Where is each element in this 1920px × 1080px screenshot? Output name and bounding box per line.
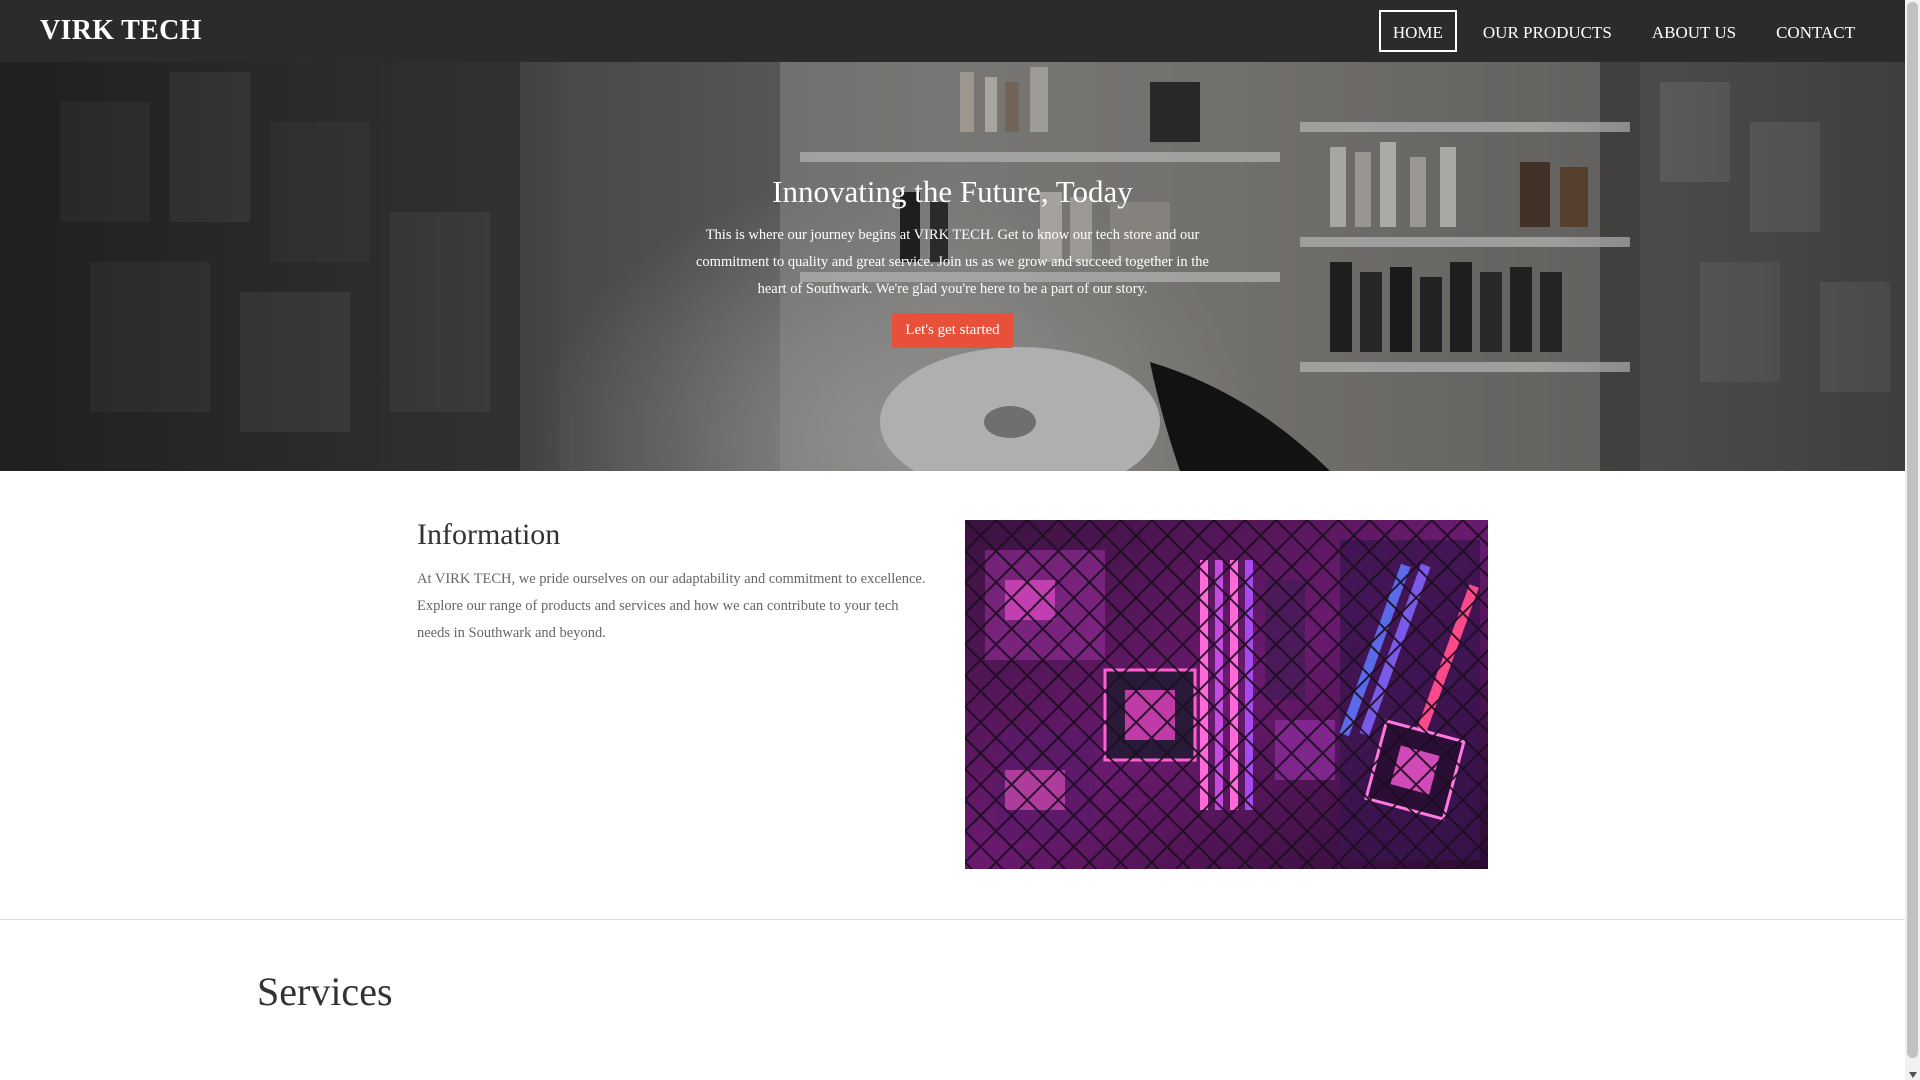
nav-item-our-products[interactable]: OUR PRODUCTS xyxy=(1469,10,1626,52)
hero-title: Innovating the Future, Today xyxy=(772,174,1133,209)
page-scrollbar[interactable] xyxy=(1905,0,1920,1080)
nav-item-contact[interactable]: CONTACT xyxy=(1762,10,1869,52)
hero-content: Innovating the Future, Today This is whe… xyxy=(0,174,1905,348)
nav-item-home[interactable]: HOME xyxy=(1378,10,1457,52)
scrollbar-thumb[interactable] xyxy=(1907,2,1918,1058)
information-text: At VIRK TECH, we pride ourselves on our … xyxy=(417,571,926,641)
section-divider xyxy=(0,919,1905,920)
nav-item-about-us[interactable]: ABOUT US xyxy=(1638,10,1750,52)
main-nav: HOME OUR PRODUCTS ABOUT US CONTACT xyxy=(1367,10,1869,52)
hero-banner: Innovating the Future, Today This is whe… xyxy=(0,62,1905,471)
information-title: Information xyxy=(417,518,561,551)
page: VIRK TECH HOME OUR PRODUCTS ABOUT US CON… xyxy=(0,0,1905,1080)
get-started-button[interactable]: Let's get started xyxy=(892,313,1013,348)
brand-logo[interactable]: VIRK TECH xyxy=(40,0,202,62)
motherboard-illustration xyxy=(965,520,1488,869)
services-title: Services xyxy=(257,969,393,1014)
hero-text: This is where our journey begins at VIRK… xyxy=(696,227,1209,297)
scroll-down-arrow-icon[interactable] xyxy=(1909,1072,1917,1078)
motherboard-image xyxy=(965,520,1488,869)
site-header: VIRK TECH HOME OUR PRODUCTS ABOUT US CON… xyxy=(0,0,1905,62)
